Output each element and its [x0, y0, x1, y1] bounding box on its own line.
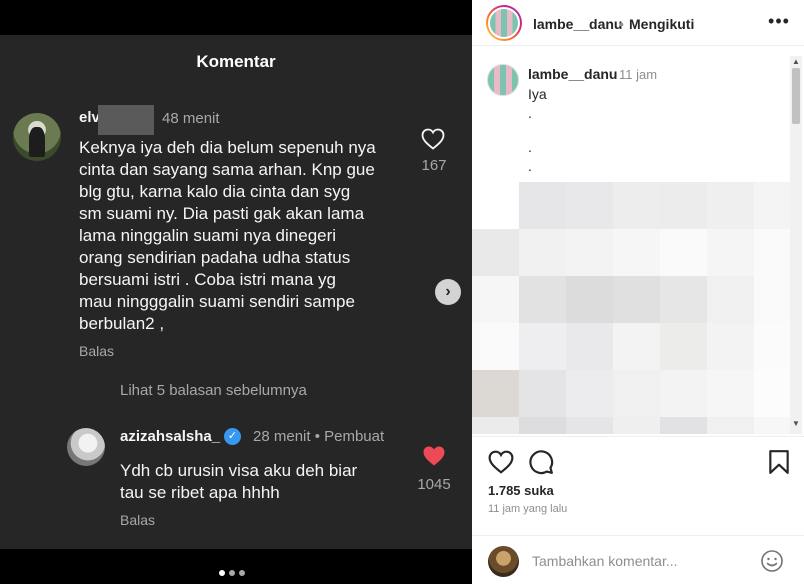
heart-outline-icon: [421, 128, 445, 150]
reply-link: Balas: [120, 512, 156, 528]
comment-input[interactable]: [532, 550, 752, 572]
reply-username: azizahsalsha_: [120, 428, 221, 445]
comment-bubble-icon[interactable]: [528, 449, 554, 475]
caption-text: Iya: [528, 86, 547, 102]
comment-time: 48 menit: [162, 110, 220, 127]
carousel-dot: [219, 570, 225, 576]
carousel-dot: [229, 570, 235, 576]
like-count[interactable]: 1.785 suka: [488, 483, 554, 498]
bookmark-icon[interactable]: [766, 449, 792, 475]
verified-badge-icon: ✓: [224, 428, 241, 445]
like-heart-icon[interactable]: [488, 449, 514, 475]
reply-text: Ydh cb urusin visa aku deh biar tau se r…: [120, 461, 358, 502]
caption-dot: .: [528, 139, 532, 155]
creator-avatar: [67, 428, 105, 466]
post-media: Komentar elv 48 menit Keknya iya deh dia…: [0, 0, 472, 584]
header-separator: •: [619, 16, 624, 32]
comment-text: Keknya iya deh dia belum sepenuh nya cin…: [79, 138, 376, 333]
reply-link: Balas: [79, 343, 115, 359]
caption-time: 11 jam: [619, 67, 658, 82]
comments-title: Komentar: [196, 52, 276, 71]
posted-time: 11 jam yang lalu: [488, 503, 568, 515]
scrollbar-thumb[interactable]: [792, 68, 800, 124]
username-redaction: [98, 105, 154, 135]
author-username[interactable]: lambe__danu: [533, 16, 622, 32]
heart-filled-icon: [423, 446, 445, 466]
caption-dot: .: [528, 105, 532, 121]
comment-username: elv: [79, 109, 100, 126]
follow-status-button[interactable]: Mengikuti: [629, 16, 694, 32]
reply-meta: 28 menit • Pembuat: [253, 428, 385, 445]
commenter-avatar: [13, 113, 61, 161]
caption-username[interactable]: lambe__danu: [528, 66, 617, 82]
post-panel: lambe__danu • Mengikuti ••• lambe__danu …: [472, 0, 804, 584]
next-slide-button[interactable]: ›: [435, 279, 461, 305]
more-options-icon[interactable]: •••: [768, 12, 790, 34]
reply-like-count: 1045: [417, 476, 451, 493]
scroll-up-arrow-icon[interactable]: ▲: [792, 58, 800, 66]
scroll-down-arrow-icon[interactable]: ▼: [792, 420, 800, 428]
caption-scrollbar[interactable]: ▲ ▼: [790, 56, 802, 434]
comment-like-count: 167: [421, 157, 447, 174]
comment-bar: [472, 535, 804, 584]
carousel-dot: [239, 570, 245, 576]
pixelated-image: [472, 182, 801, 434]
post-header: lambe__danu • Mengikuti •••: [472, 0, 804, 46]
viewer-avatar: [488, 546, 519, 577]
post-actions: [472, 436, 804, 484]
caption-area: lambe__danu 11 jam Iya . . .: [472, 54, 804, 434]
view-previous-replies: Lihat 5 balasan sebelumnya: [120, 382, 307, 399]
carousel-dots: [219, 570, 245, 576]
emoji-icon[interactable]: [760, 549, 784, 573]
author-avatar[interactable]: [486, 5, 522, 41]
caption-dot: .: [528, 158, 532, 174]
caption-avatar[interactable]: [487, 64, 519, 96]
comment-screenshot: Komentar elv 48 menit Keknya iya deh dia…: [0, 35, 472, 549]
